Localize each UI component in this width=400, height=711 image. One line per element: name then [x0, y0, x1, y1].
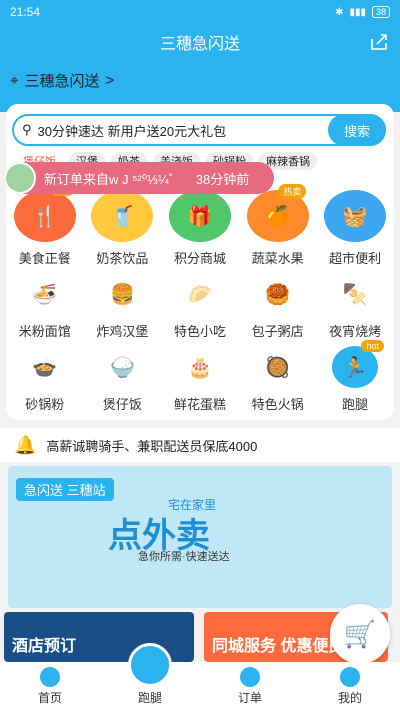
order-notice: 新订单来自w J ⁵²⁰⅓¼゜ 38分钟前 — [4, 162, 274, 194]
bell-icon: 🔔 — [14, 434, 37, 455]
pot-icon: 🍲 — [32, 356, 58, 379]
gift-icon: 🎁 — [168, 190, 231, 242]
category-snack[interactable]: 🥟 特色小吃 — [161, 273, 239, 340]
basket-icon: 🧺 — [324, 190, 387, 242]
cake-icon: 🎂 — [187, 356, 213, 379]
milk-tea-icon: 🥤 — [91, 190, 154, 242]
chevron-right-icon: > — [105, 71, 115, 89]
dumpling-icon: 🥟 — [187, 283, 213, 306]
category-errand[interactable]: hot 🏃 跑腿 — [316, 340, 394, 413]
avatar — [4, 162, 36, 194]
location-pin-icon: ⌖ — [10, 71, 19, 89]
banner-slogan: 急你所需·快速送达 — [138, 551, 230, 563]
category-hotpot[interactable]: 🥘 特色火锅 — [239, 346, 317, 413]
hotpot-icon: 🥘 — [265, 356, 291, 379]
bun-icon: 🥮 — [265, 283, 291, 306]
promo-banner[interactable]: 急闪送 三穗站 宅在家里 点外卖 急你所需·快速送达 — [8, 466, 392, 608]
tab-orders[interactable]: 订单 — [200, 662, 300, 711]
category-bbq[interactable]: 🍢 夜宵烧烤 — [316, 273, 394, 340]
tab-profile[interactable]: 我的 — [300, 662, 400, 711]
bbq-icon: 🍢 — [342, 283, 368, 306]
page-title: 三穗急闪送 — [159, 36, 240, 53]
order-icon — [240, 667, 260, 687]
location-label: 三穗急闪送 — [24, 72, 100, 90]
home-icon — [40, 667, 60, 687]
category-points-mall[interactable]: 🎁 积分商城 — [161, 190, 239, 267]
category-food[interactable]: hot🍴美食正餐 — [6, 184, 84, 267]
share-icon[interactable] — [370, 33, 388, 51]
status-bar: 21:54 ✱ ▮▮▮ 38 — [0, 0, 400, 24]
search-text: 30分钟速达 新用户送20元大礼包 — [37, 123, 227, 139]
runner-icon — [128, 643, 172, 687]
category-grid: hot🍴美食正餐 🥤奶茶饮品 🎁积分商城 热卖🍊蔬菜水果 🧺超市便利 🍜米粉面馆… — [6, 184, 394, 413]
main-card: ⚲ 30分钟速达 新用户送20元大礼包 搜索 煲仔饭 汉堡 奶茶 盖浇饭 砂锅粉… — [6, 104, 394, 420]
category-claypot-rice[interactable]: 🍚 煲仔饭 — [84, 346, 162, 413]
food-icon: 🍴 — [13, 190, 76, 242]
banner-tag: 急闪送 三穗站 — [16, 478, 114, 501]
user-icon — [340, 667, 360, 687]
category-supermarket[interactable]: 🧺 超市便利 — [316, 190, 394, 267]
category-cake[interactable]: 🎂 鲜花蛋糕 — [161, 346, 239, 413]
category-noodle[interactable]: 🍜 米粉面馆 — [6, 273, 84, 340]
search-button[interactable]: 搜索 — [328, 114, 386, 146]
category-fruit[interactable]: 热卖 🍊 蔬菜水果 — [239, 184, 317, 267]
status-time: 21:54 — [10, 5, 41, 19]
announcement-bar[interactable]: 🔔 高薪诚聘骑手、兼职配送员保底4000 — [0, 428, 400, 462]
category-burger[interactable]: 🍔 炸鸡汉堡 — [84, 273, 162, 340]
cart-icon[interactable]: 🛒 — [330, 604, 390, 664]
claypot-icon: 🍚 — [109, 356, 135, 379]
tab-home[interactable]: 首页 — [0, 662, 100, 711]
tab-errand[interactable]: 跑腿 — [100, 643, 200, 711]
hot-sale-badge: 热卖 — [278, 184, 307, 199]
notice-text: 新订单来自w J ⁵²⁰⅓¼゜ — [44, 171, 182, 187]
hot-badge: hot — [361, 340, 384, 352]
header-area: 21:54 ✱ ▮▮▮ 38 三穗急闪送 ⌖ 三穗急闪送 > — [0, 0, 400, 112]
burger-icon: 🍔 — [109, 283, 135, 306]
tab-bar: 首页 跑腿 订单 我的 — [0, 643, 400, 711]
category-casserole[interactable]: 🍲 砂锅粉 — [6, 346, 84, 413]
search-input[interactable]: ⚲ 30分钟速达 新用户送20元大礼包 搜索 — [12, 114, 386, 146]
noodle-icon: 🍜 — [32, 283, 58, 306]
bluetooth-icon: ✱ — [335, 6, 344, 18]
location-selector[interactable]: ⌖ 三穗急闪送 > — [0, 60, 400, 100]
signal-icon: ▮▮▮ — [349, 6, 366, 18]
announcement-text: 高薪诚聘骑手、兼职配送员保底4000 — [46, 438, 258, 454]
search-icon: ⚲ — [22, 122, 32, 137]
notice-time: 38分钟前 — [195, 171, 250, 187]
category-bun[interactable]: 🥮 包子粥店 — [239, 273, 317, 340]
category-milk-tea[interactable]: 🥤 奶茶饮品 — [84, 190, 162, 267]
runner-icon: 🏃 — [332, 346, 379, 388]
battery-icon: 38 — [371, 6, 390, 18]
